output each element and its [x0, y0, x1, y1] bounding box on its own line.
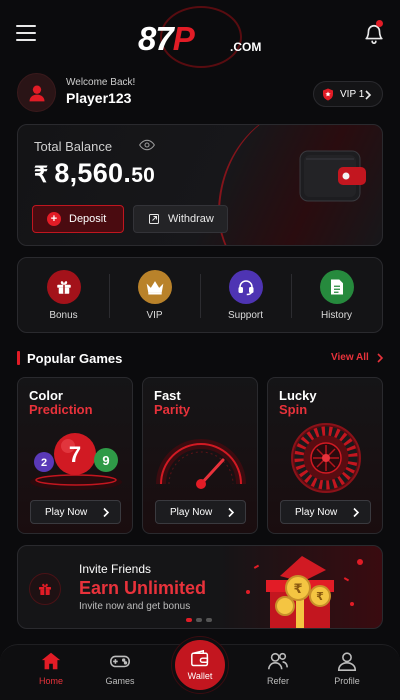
game-card-lucky-spin[interactable]: Lucky Spin Play Now — [267, 377, 383, 534]
deposit-button[interactable]: + Deposit — [32, 205, 124, 233]
nav-games[interactable]: Games — [90, 650, 150, 686]
carousel-dot-active[interactable] — [186, 618, 192, 622]
roulette-wheel-illustration — [291, 423, 361, 493]
wallet-icon — [191, 649, 209, 666]
hamburger-menu-icon[interactable] — [16, 25, 36, 41]
quick-actions-bar: Bonus VIP Support History — [17, 257, 383, 333]
quick-action-history[interactable]: History — [291, 258, 382, 332]
quick-action-label: VIP — [146, 310, 163, 321]
headset-icon — [228, 270, 263, 304]
popular-games-title: Popular Games — [27, 351, 123, 366]
home-icon — [41, 652, 61, 670]
invite-title: Invite Friends — [79, 562, 152, 576]
vip-shield-icon — [323, 88, 333, 100]
brand-logo[interactable]: 87P .COM — [138, 6, 264, 68]
invite-subtitle: Invite now and get bonus — [79, 601, 191, 612]
quick-action-bonus[interactable]: Bonus — [18, 258, 109, 332]
carousel-dots — [186, 618, 212, 622]
section-accent-bar — [17, 351, 20, 365]
gift-icon — [46, 270, 81, 304]
chevron-right-icon[interactable] — [376, 353, 384, 363]
top-header: 87P .COM — [0, 0, 400, 68]
vip-level-label: VIP 1 — [340, 88, 365, 100]
quick-action-label: History — [320, 310, 353, 321]
chevron-right-icon — [228, 507, 235, 518]
withdraw-label: Withdraw — [168, 213, 214, 225]
total-balance-amount: ₹8,560.50 — [34, 158, 156, 188]
users-icon — [268, 652, 288, 670]
quick-action-support[interactable]: Support — [200, 258, 291, 332]
deposit-label: Deposit — [69, 213, 107, 225]
chevron-right-icon — [353, 507, 360, 518]
profile-icon — [337, 652, 357, 671]
ball-number: 7 — [69, 442, 81, 467]
view-all-link[interactable]: View All — [331, 352, 369, 363]
play-now-button[interactable]: Play Now — [30, 500, 121, 524]
nav-home[interactable]: Home — [21, 650, 81, 686]
user-avatar[interactable] — [17, 73, 56, 112]
carousel-dot[interactable] — [206, 618, 212, 622]
withdraw-button[interactable]: Withdraw — [133, 205, 228, 233]
nav-profile[interactable]: Profile — [317, 650, 377, 686]
notification-dot — [376, 20, 383, 27]
logo-wordmark: 87P — [138, 20, 195, 57]
play-now-button[interactable]: Play Now — [155, 500, 246, 524]
game-title: Color Prediction — [29, 388, 93, 417]
eye-icon[interactable] — [139, 139, 155, 151]
coin-symbol: ₹ — [316, 590, 324, 603]
chevron-right-icon — [365, 90, 372, 100]
total-balance-label: Total Balance — [34, 139, 113, 154]
game-title: Fast Parity — [154, 388, 191, 417]
quick-action-label: Bonus — [49, 310, 78, 321]
game-card-fast-parity[interactable]: Fast Parity Play Now — [142, 377, 258, 534]
vip-level-button[interactable]: VIP 1 — [313, 81, 383, 107]
game-card-color-prediction[interactable]: Color Prediction 2 7 9 Play Now — [17, 377, 133, 534]
coin-symbol: ₹ — [293, 582, 302, 597]
nav-refer[interactable]: Refer — [248, 650, 308, 686]
crown-icon — [137, 270, 172, 304]
invite-headline: Earn Unlimited — [79, 578, 207, 598]
gamepad-icon — [110, 655, 130, 668]
speedometer-illustration — [156, 439, 246, 489]
nav-wallet[interactable]: Wallet — [172, 637, 228, 693]
gift-box-coins-illustration: ₹ ₹ — [246, 556, 363, 628]
carousel-dot[interactable] — [196, 618, 202, 622]
ball-number: 9 — [102, 453, 109, 468]
document-icon — [319, 270, 354, 304]
logo-domain: .COM — [230, 40, 262, 54]
ball-number: 2 — [41, 457, 47, 469]
gift-icon — [29, 573, 61, 605]
plus-icon: + — [47, 212, 61, 226]
chevron-right-icon — [103, 507, 110, 518]
play-now-button[interactable]: Play Now — [280, 500, 371, 524]
quick-action-label: Support — [227, 310, 264, 321]
user-icon — [29, 85, 44, 101]
lottery-balls-illustration: 2 7 9 — [30, 433, 122, 490]
game-title: Lucky Spin — [279, 388, 317, 417]
username: Player123 — [66, 90, 132, 106]
quick-action-vip[interactable]: VIP — [109, 258, 200, 332]
wallet-illustration — [299, 150, 366, 202]
external-arrow-icon — [149, 214, 159, 224]
welcome-text: Welcome Back! — [66, 77, 136, 88]
